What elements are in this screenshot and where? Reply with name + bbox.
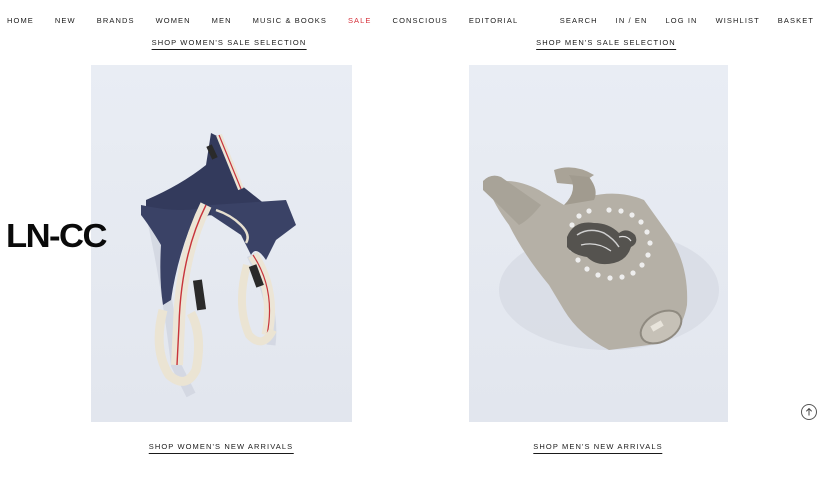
scroll-to-top-button[interactable] xyxy=(801,404,817,420)
nav-language[interactable]: IN / EN xyxy=(616,16,648,25)
womens-product-image[interactable] xyxy=(91,65,352,422)
nav-home[interactable]: HOME xyxy=(7,16,34,25)
shop-womens-new-arrivals-link[interactable]: SHOP WOMEN'S NEW ARRIVALS xyxy=(148,442,294,454)
nav-basket[interactable]: BASKET xyxy=(778,16,814,25)
nav-conscious[interactable]: CONSCIOUS xyxy=(393,16,448,25)
nav-search[interactable]: SEARCH xyxy=(560,16,598,25)
nav-sale[interactable]: SALE xyxy=(348,16,372,25)
shop-mens-sale-link[interactable]: SHOP MEN'S SALE SELECTION xyxy=(536,38,676,50)
top-navigation: HOME NEW BRANDS WOMEN MEN MUSIC & BOOKS … xyxy=(0,0,819,40)
nav-men[interactable]: MEN xyxy=(212,16,232,25)
ln-cc-logo[interactable]: LN-CC xyxy=(6,219,107,252)
nav-brands[interactable]: BRANDS xyxy=(97,16,135,25)
nav-new[interactable]: NEW xyxy=(55,16,76,25)
mens-product-image[interactable] xyxy=(469,65,728,422)
shop-mens-new-arrivals-link[interactable]: SHOP MEN'S NEW ARRIVALS xyxy=(533,442,663,454)
nav-wishlist[interactable]: WISHLIST xyxy=(716,16,760,25)
arrow-up-circle-icon xyxy=(805,407,813,416)
shop-womens-sale-link[interactable]: SHOP WOMEN'S SALE SELECTION xyxy=(151,38,307,50)
nav-login[interactable]: LOG IN xyxy=(666,16,698,25)
utility-nav: SEARCH IN / EN LOG IN WISHLIST BASKET xyxy=(542,16,814,25)
nav-editorial[interactable]: EDITORIAL xyxy=(469,16,518,25)
nav-music-books[interactable]: MUSIC & BOOKS xyxy=(253,16,327,25)
main-nav: HOME NEW BRANDS WOMEN MEN MUSIC & BOOKS … xyxy=(7,16,539,25)
nav-women[interactable]: WOMEN xyxy=(156,16,191,25)
